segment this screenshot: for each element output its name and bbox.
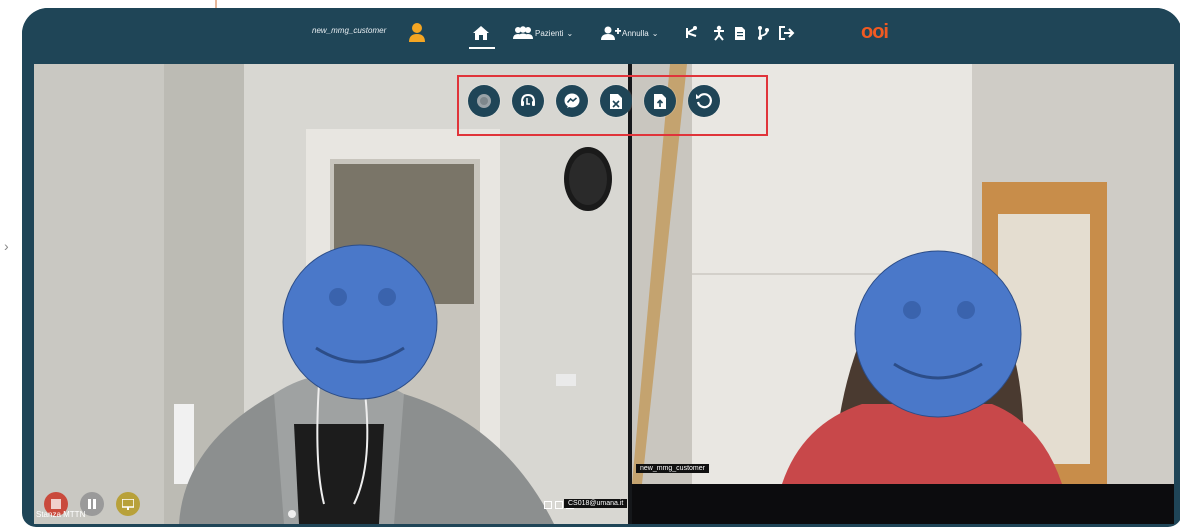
nav-pazienti-label: Pazienti <box>535 28 564 38</box>
screen-share-button[interactable] <box>116 492 140 516</box>
chat-button[interactable] <box>556 85 588 117</box>
nav-annulla[interactable]: Annulla ⌄ <box>601 22 658 44</box>
share-nodes-icon <box>686 26 697 38</box>
right-video-caption: new_mmg_customer <box>636 464 709 473</box>
right-video-bottom-bar <box>632 484 1174 524</box>
reset-button[interactable] <box>688 85 720 117</box>
headset-button[interactable] <box>512 85 544 117</box>
nav-document[interactable] <box>734 22 746 44</box>
left-video-caption: CS018@umana.it <box>564 499 628 508</box>
reset-icon <box>696 93 712 109</box>
app-frame: new_mmg_customer Pazienti ⌄ Annulla ⌄ oo… <box>0 0 1180 529</box>
brand-logo[interactable]: ooi <box>861 21 889 44</box>
document-upload-icon <box>654 93 666 109</box>
document-icon <box>735 26 745 40</box>
nav-home[interactable] <box>472 22 490 44</box>
pause-icon <box>88 499 96 509</box>
fullscreen-icon[interactable] <box>544 501 552 509</box>
record-icon <box>477 94 491 108</box>
chevron-down-icon: ⌄ <box>566 28 574 38</box>
app-shell: new_mmg_customer Pazienti ⌄ Annulla ⌄ oo… <box>22 8 1180 527</box>
face-blur-smiley-icon <box>854 250 1022 418</box>
left-scroll-arrow-icon[interactable]: › <box>4 238 12 256</box>
nav-accessibility[interactable] <box>712 22 726 44</box>
document-x-button[interactable] <box>600 85 632 117</box>
nav-branch[interactable] <box>757 22 769 44</box>
face-blur-smiley-icon <box>282 244 438 400</box>
users-icon <box>513 26 533 39</box>
document-upload-button[interactable] <box>644 85 676 117</box>
messenger-icon <box>564 93 580 108</box>
user-plus-icon <box>601 26 621 40</box>
username-label: new_mmg_customer <box>312 26 387 35</box>
document-x-icon <box>610 93 622 109</box>
stop-icon <box>51 499 61 509</box>
user-avatar-icon[interactable] <box>409 22 425 42</box>
monitor-icon <box>122 498 134 510</box>
move-icon[interactable] <box>555 501 563 509</box>
headset-icon <box>521 93 535 106</box>
logout-icon <box>779 26 795 40</box>
video-stage: CS018@umana.it Stanza MTTN new_mmg_custo… <box>34 64 1174 524</box>
nav-annulla-label: Annulla <box>622 28 649 38</box>
record-button[interactable] <box>468 85 500 117</box>
top-navbar: new_mmg_customer Pazienti ⌄ Annulla ⌄ oo… <box>22 8 1180 58</box>
nav-pazienti[interactable]: Pazienti ⌄ <box>512 22 573 44</box>
room-label: Stanza MTTN <box>36 510 86 519</box>
code-branch-icon <box>758 26 769 40</box>
home-icon <box>473 26 489 40</box>
accessibility-icon <box>714 25 724 41</box>
nav-share[interactable] <box>684 22 700 44</box>
nav-logout[interactable] <box>779 22 795 44</box>
active-tab-indicator <box>469 47 495 49</box>
chevron-down-icon: ⌄ <box>651 28 659 38</box>
